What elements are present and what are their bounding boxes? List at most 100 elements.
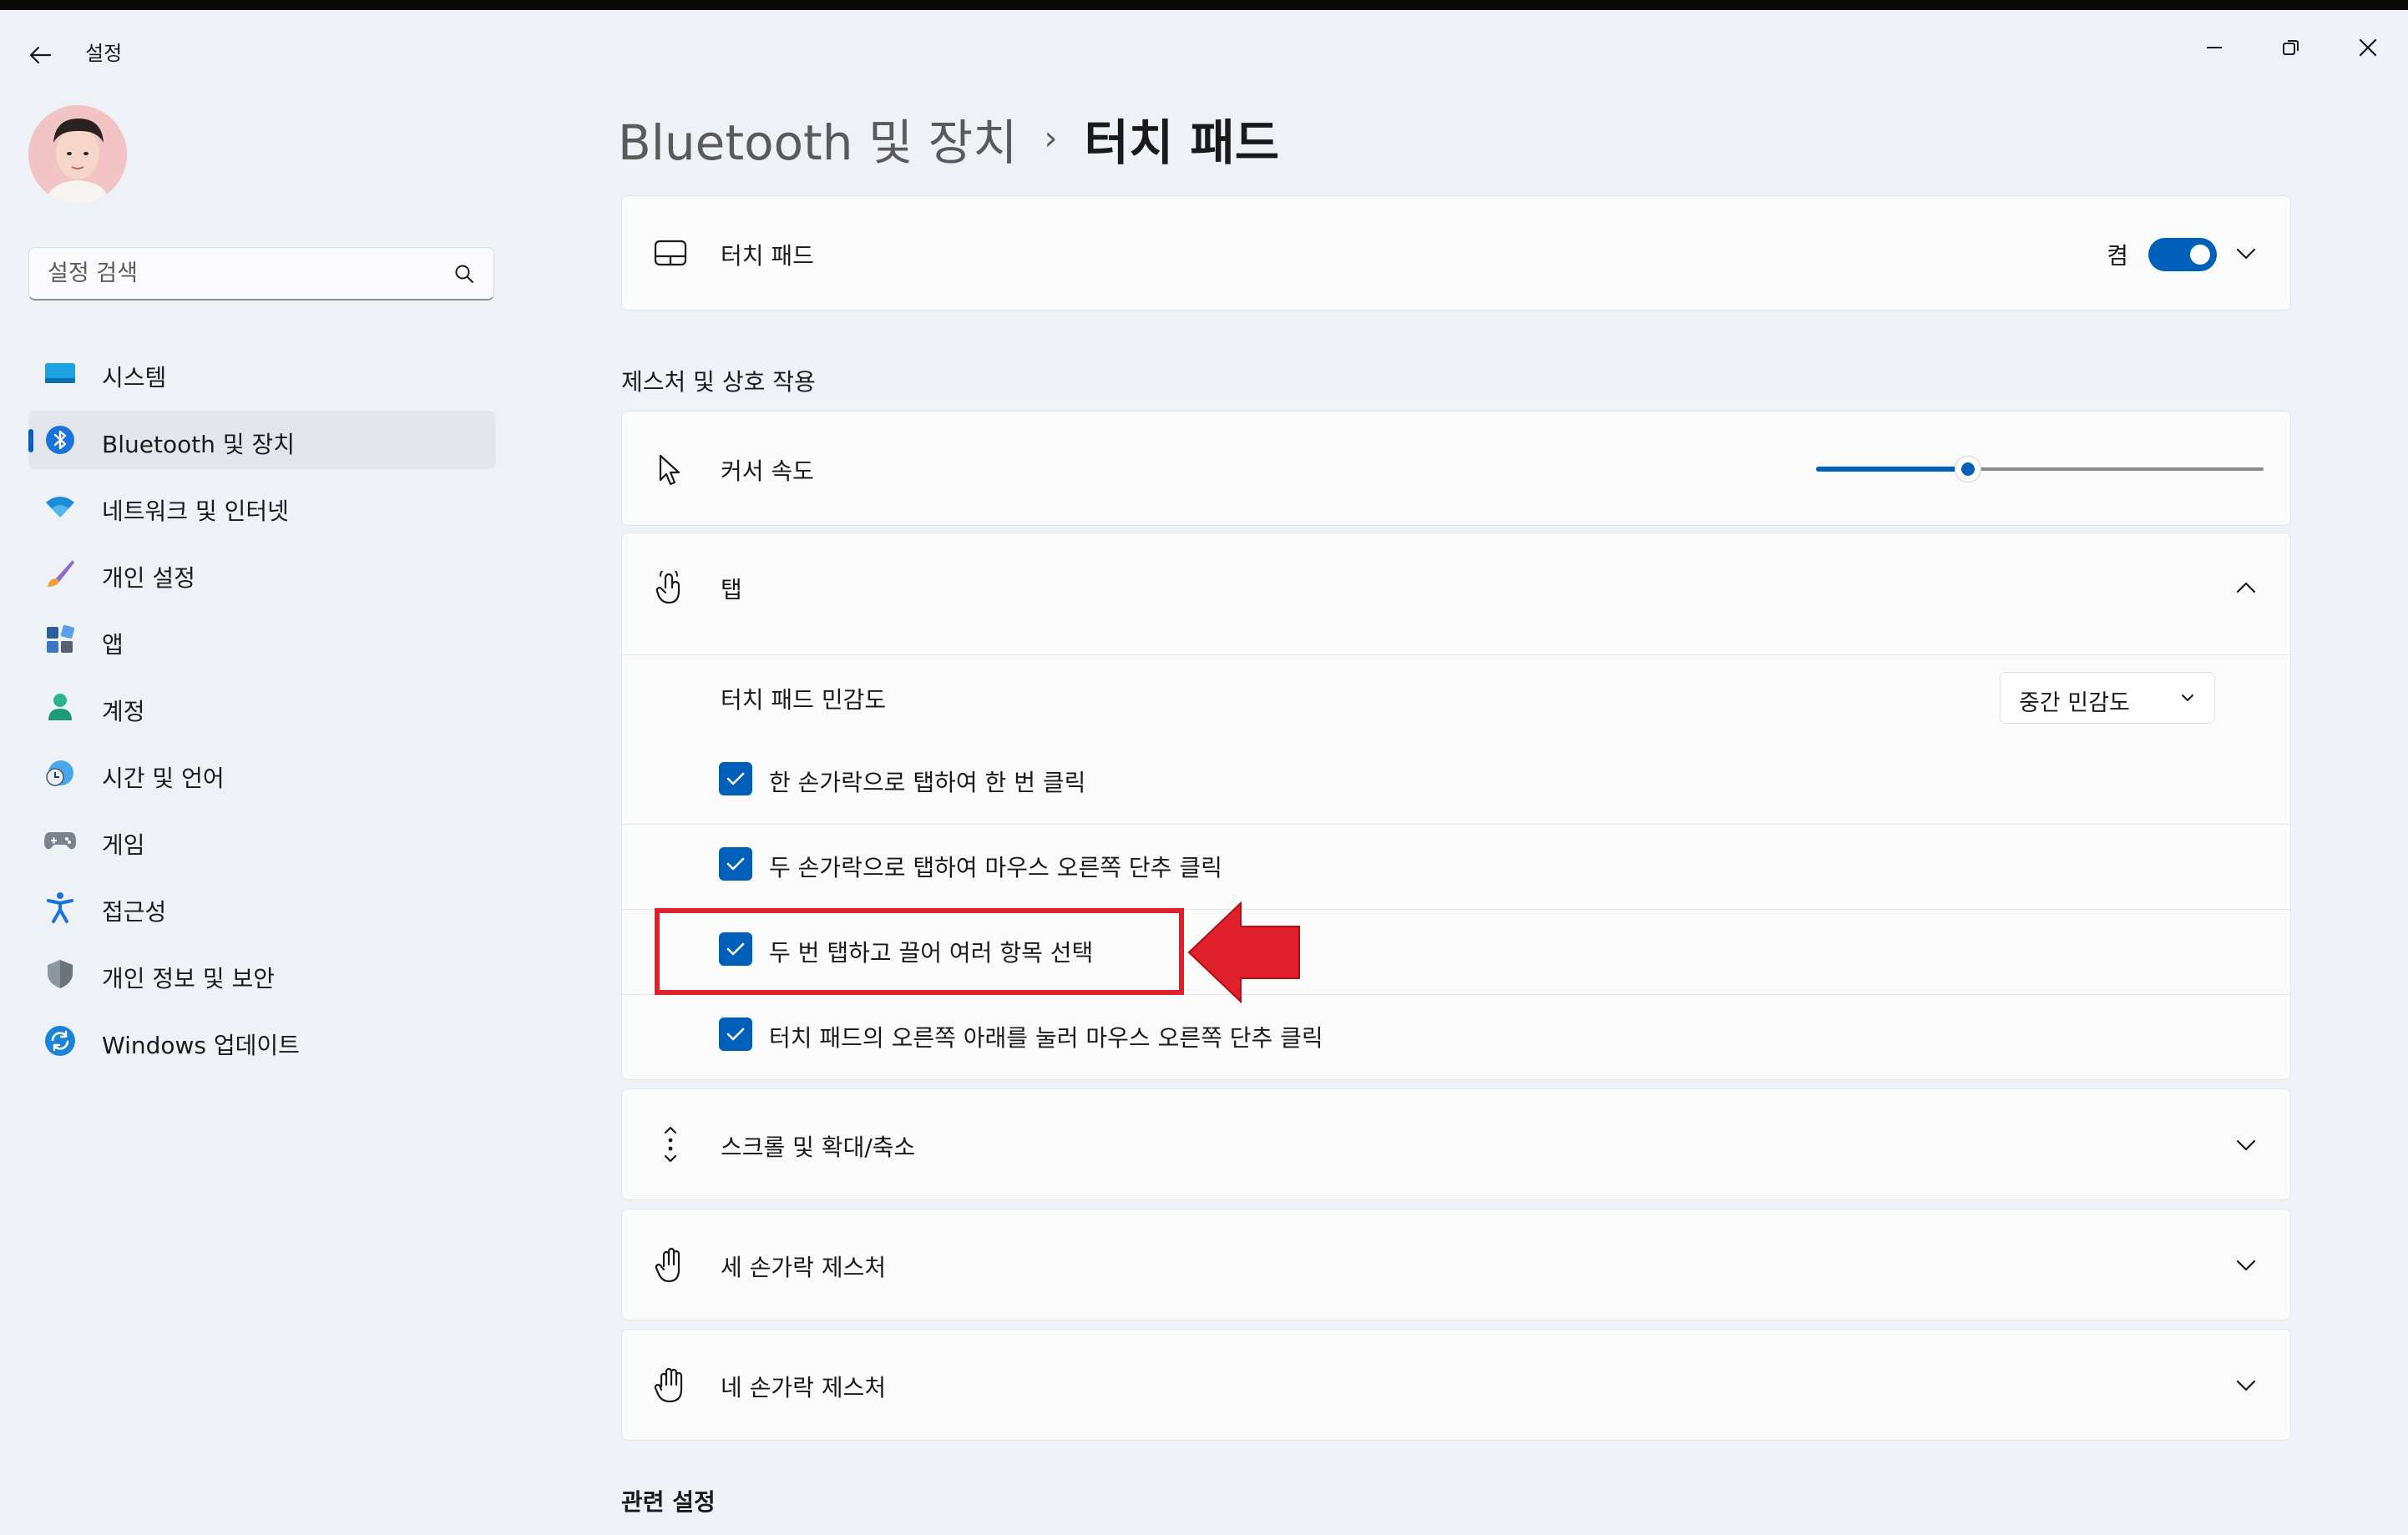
cursor-speed-label: 커서 속도 [721,457,814,485]
slider-thumb-dot [1961,462,1975,476]
avatar-portrait-icon [28,105,127,204]
breadcrumb-separator: › [1044,119,1058,158]
sidebar-item-label: 네트워크 및 인터넷 [102,497,289,525]
sidebar-item-accessibility[interactable]: 접근성 [28,878,496,937]
four-finger-gestures-card[interactable]: 네 손가락 제스처 [621,1329,2291,1441]
settings-search-box[interactable] [28,247,494,300]
chevron-down-icon [2182,694,2193,701]
tap-card: 탭 터치 패드 민감도 중간 민감도 한 손가락으로 탭하여 한 번 클릭 두 … [621,533,2291,1080]
app-title: 설정 [85,42,123,65]
collapse-button[interactable] [2233,575,2259,600]
restore-icon [2283,40,2299,55]
wifi-icon [43,492,77,522]
sidebar-item-system[interactable]: 시스템 [28,344,496,402]
sidebar-item-gaming[interactable]: 게임 [28,811,496,870]
three-finger-gestures-card[interactable]: 세 손가락 제스처 [621,1209,2291,1320]
hand-three-fingers-icon [652,1246,689,1283]
hand-four-fingers-icon [652,1366,689,1403]
settings-window: 설정 설정 검색 시스템 Bluetooth 및 장치 네트워크 및 인터넷 개… [0,10,2408,1535]
four-finger-label: 네 손가락 제스처 [721,1374,887,1401]
search-icon[interactable] [453,263,475,285]
touchpad-label: 터치 패드 [721,242,814,270]
arrow-left-icon [29,46,52,64]
brush-icon [43,558,77,588]
checkbox-bottom-right-click[interactable] [719,1017,752,1051]
checkmark-icon [726,1028,745,1041]
sidebar-item-label: 계정 [102,698,145,725]
row-divider [622,824,2290,825]
checkmark-icon [726,772,745,785]
sensitivity-value: 중간 민감도 [2019,690,2130,716]
expand-button[interactable] [2233,1133,2259,1158]
touchpad-sensitivity-label: 터치 패드 민감도 [721,686,887,714]
sidebar-item-privacy-security[interactable]: 개인 정보 및 보안 [28,945,496,1003]
accessibility-icon [43,892,77,923]
slider-fill [1816,467,1969,472]
system-icon [43,358,77,388]
shield-icon [43,959,77,989]
checkbox-two-finger-tap[interactable] [719,847,752,881]
back-button[interactable] [25,40,55,70]
tap-header[interactable]: 탭 [622,533,2290,645]
apps-icon [43,625,77,655]
section-title-related: 관련 설정 [621,1488,716,1516]
cursor-icon [652,452,689,488]
three-finger-label: 세 손가락 제스처 [721,1254,887,1281]
chevron-down-icon [2236,248,2256,260]
sidebar-item-accounts[interactable]: 계정 [28,678,496,736]
touchpad-card[interactable]: 터치 패드 켬 [621,195,2291,311]
sidebar-item-label: 시스템 [102,364,167,391]
update-icon [43,1026,77,1056]
sidebar-item-personalization[interactable]: 개인 설정 [28,544,496,603]
close-button[interactable] [2330,27,2406,68]
sidebar-item-apps[interactable]: 앱 [28,611,496,669]
row-divider [622,654,2290,655]
sidebar-item-bluetooth-devices[interactable]: Bluetooth 및 장치 [28,411,496,469]
chevron-down-icon [2236,1139,2256,1151]
account-icon [43,692,77,722]
close-icon [2359,38,2377,57]
scroll-icon [652,1126,689,1163]
annotation-highlight-box [655,908,1184,995]
title-bar: 설정 [0,10,2408,93]
gamepad-icon [43,826,77,856]
touchpad-toggle[interactable] [2148,238,2217,271]
checkbox-label: 한 손가락으로 탭하여 한 번 클릭 [769,769,1086,796]
minimize-icon [2207,47,2222,48]
tap-gesture-icon [652,570,689,607]
scroll-zoom-card[interactable]: 스크롤 및 확대/축소 [621,1088,2291,1200]
expand-button[interactable] [2233,1253,2259,1278]
clock-globe-icon [43,759,77,789]
chevron-up-icon [2236,582,2256,593]
sidebar-item-label: 앱 [102,631,124,659]
cursor-speed-slider[interactable] [1816,456,2264,482]
sidebar-item-network[interactable]: 네트워크 및 인터넷 [28,477,496,536]
checkmark-icon [726,857,745,871]
tap-label: 탭 [721,576,742,603]
annotation-arrow-left-icon [1187,901,1300,1004]
sidebar-item-windows-update[interactable]: Windows 업데이트 [28,1012,496,1070]
toggle-knob [2190,245,2210,265]
user-avatar[interactable] [28,105,127,204]
checkbox-single-tap[interactable] [719,762,752,795]
sidebar-item-label: Windows 업데이트 [102,1032,300,1059]
slider-thumb[interactable] [1955,456,1982,482]
breadcrumb: Bluetooth 및 장치 › 터치 패드 [618,104,1279,179]
breadcrumb-parent-link[interactable]: Bluetooth 및 장치 [618,114,1018,171]
scroll-zoom-label: 스크롤 및 확대/축소 [721,1134,916,1161]
sensitivity-dropdown[interactable]: 중간 민감도 [2000,672,2215,724]
minimize-button[interactable] [2176,27,2253,68]
expand-button[interactable] [2233,1373,2259,1398]
sidebar-item-label: 게임 [102,831,145,859]
sidebar-item-label: 시간 및 언어 [102,765,225,792]
expand-button[interactable] [2233,241,2259,266]
search-input[interactable] [29,248,447,298]
cursor-speed-card: 커서 속도 [621,411,2291,526]
screen-top-edge [0,0,2408,10]
chevron-down-icon [2236,1380,2256,1391]
sidebar-item-label: Bluetooth 및 장치 [102,431,296,458]
sidebar-item-time-language[interactable]: 시간 및 언어 [28,745,496,803]
sidebar-item-label: 개인 설정 [102,564,195,592]
restore-button[interactable] [2253,27,2330,68]
page-title: 터치 패드 [1084,114,1280,171]
